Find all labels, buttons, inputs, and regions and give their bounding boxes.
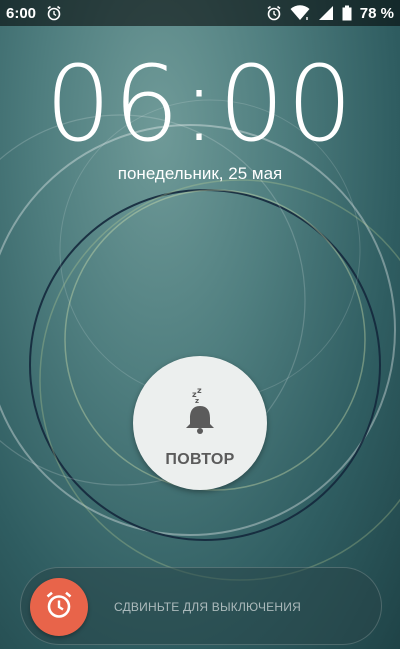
dismiss-hint-text: СДВИНЬТЕ ДЛЯ ВЫКЛЮЧЕНИЯ [114, 600, 301, 614]
alarm-clock-icon [266, 5, 282, 21]
status-time: 6:00 [6, 4, 37, 22]
alarm-clock-icon [44, 590, 74, 625]
snooze-label: ПОВТОР [165, 450, 235, 468]
signal-icon [318, 5, 334, 21]
svg-text:z: z [197, 388, 202, 395]
lockscreen-clock: 06:00 [45, 43, 355, 165]
snooze-button[interactable]: z z z ПОВТОР [133, 356, 267, 490]
lockscreen-date: понедельник, 25 мая [117, 164, 283, 183]
battery-percent: 78 % [359, 4, 394, 22]
alarm-screen: 6:00 78 % 06:00 понедельник, 25 мая z z … [0, 0, 400, 649]
battery-icon [342, 5, 352, 21]
svg-text:z: z [195, 397, 199, 405]
status-bar: 6:00 78 % [0, 0, 400, 26]
dismiss-slider-handle[interactable] [30, 578, 88, 636]
wifi-icon [290, 5, 310, 21]
snooze-bell-icon: z z z [180, 386, 220, 439]
alarm-clock-icon [46, 5, 62, 21]
